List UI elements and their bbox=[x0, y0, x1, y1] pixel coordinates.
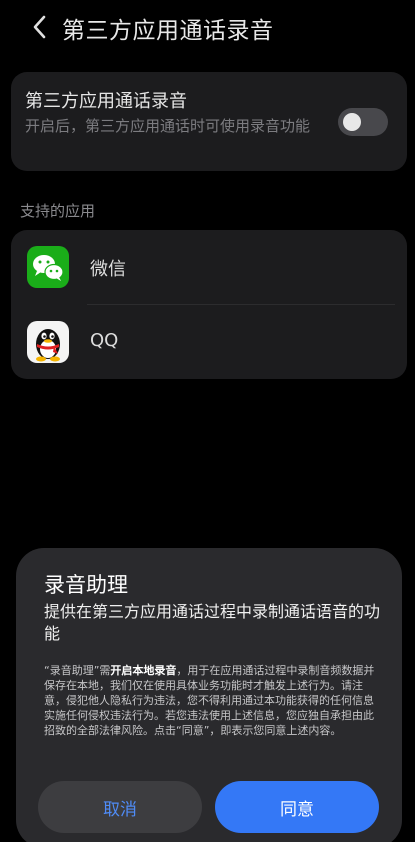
toggle-knob bbox=[343, 113, 361, 131]
chevron-left-icon bbox=[33, 15, 46, 39]
dialog-subtitle: 提供在第三方应用通话过程中录制通话语音的功能 bbox=[44, 602, 381, 643]
cancel-button[interactable]: 取消 bbox=[38, 781, 202, 833]
section-label-supported-apps: 支持的应用 bbox=[20, 202, 96, 220]
permission-dialog: 录音助理 提供在第三方应用通话过程中录制通话语音的功能 “录音助理”需开启本地录… bbox=[16, 548, 402, 842]
call-recording-toggle[interactable] bbox=[338, 108, 388, 136]
dialog-body: “录音助理”需开启本地录音，用于在应用通话过程中录制音频数据并保存在本地，我们仅… bbox=[44, 663, 380, 738]
call-recording-setting-card: 第三方应用通话录音 开启后，第三方应用通话时可使用录音功能 bbox=[11, 72, 407, 171]
dialog-body-prefix: “录音助理”需 bbox=[44, 664, 111, 677]
qq-icon bbox=[27, 321, 69, 363]
header: 第三方应用通话录音 bbox=[0, 0, 415, 56]
app-name: QQ bbox=[90, 330, 119, 351]
wechat-icon bbox=[27, 246, 69, 288]
setting-title: 第三方应用通话录音 bbox=[25, 91, 187, 112]
supported-apps-list: 微信 QQ bbox=[11, 230, 407, 379]
dialog-body-bold: 开启本地录音 bbox=[110, 664, 177, 677]
page-title: 第三方应用通话录音 bbox=[62, 18, 274, 44]
dialog-title: 录音助理 bbox=[44, 573, 128, 597]
back-button[interactable] bbox=[26, 12, 52, 42]
setting-description: 开启后，第三方应用通话时可使用录音功能 bbox=[25, 117, 311, 135]
agree-button[interactable]: 同意 bbox=[215, 781, 379, 833]
list-item-wechat[interactable]: 微信 bbox=[11, 230, 407, 304]
app-name: 微信 bbox=[90, 259, 126, 280]
list-item-qq[interactable]: QQ bbox=[11, 305, 407, 379]
